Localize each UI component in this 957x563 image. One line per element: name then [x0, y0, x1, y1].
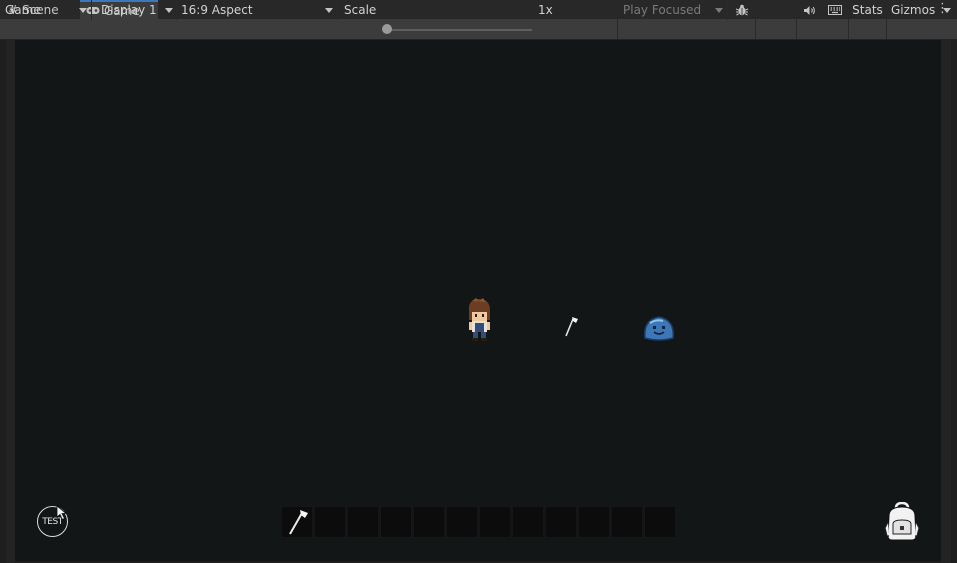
- play-mode-dropdown[interactable]: Play Focused: [618, 0, 728, 20]
- hotbar-slot[interactable]: [380, 506, 412, 538]
- audio-mute-icon[interactable]: [797, 0, 821, 20]
- hotbar-slot[interactable]: [644, 506, 676, 538]
- keyboard-icon[interactable]: [823, 0, 847, 20]
- hotbar: [281, 506, 676, 538]
- play-mode-value: Play Focused: [623, 3, 702, 17]
- scale-slider-handle[interactable]: [382, 24, 392, 34]
- player-character-sprite: [468, 298, 490, 341]
- mouse-cursor-icon: [56, 505, 68, 521]
- aspect-value: 16:9 Aspect: [181, 3, 253, 17]
- view-mode-value: Game: [5, 3, 41, 17]
- hotbar-slot[interactable]: [347, 506, 379, 538]
- viewport-left-border: [6, 40, 15, 563]
- view-mode-dropdown[interactable]: Game: [0, 0, 92, 20]
- chevron-down-icon: [943, 8, 951, 13]
- scale-value: 1x: [538, 3, 553, 17]
- gizmos-dropdown[interactable]: Gizmos: [887, 0, 957, 20]
- stats-label: Stats: [852, 3, 883, 17]
- slime-enemy-sprite: [644, 316, 674, 341]
- backpack-icon[interactable]: [884, 502, 920, 542]
- hotbar-slot[interactable]: [512, 506, 544, 538]
- hotbar-slot[interactable]: [446, 506, 478, 538]
- chevron-down-icon: [79, 8, 87, 13]
- bug-icon[interactable]: [731, 0, 753, 20]
- display-dropdown[interactable]: Display 1: [93, 0, 177, 20]
- hotbar-slot[interactable]: [578, 506, 610, 538]
- stats-button[interactable]: Stats: [849, 0, 886, 20]
- chevron-down-icon: [325, 8, 333, 13]
- hotbar-slot[interactable]: [413, 506, 445, 538]
- display-value: Display 1: [101, 3, 157, 17]
- hotbar-slot[interactable]: [545, 506, 577, 538]
- axe-icon: [565, 317, 578, 337]
- hotbar-slot[interactable]: [479, 506, 511, 538]
- hotbar-slot[interactable]: [281, 506, 313, 538]
- scale-slider-track[interactable]: [388, 29, 532, 31]
- chevron-down-icon: [165, 8, 173, 13]
- scale-label: Scale: [344, 3, 377, 17]
- aspect-dropdown[interactable]: 16:9 Aspect: [177, 0, 338, 20]
- viewport-right-border: [941, 40, 951, 563]
- gizmos-label: Gizmos: [891, 3, 936, 17]
- hotbar-slot[interactable]: [611, 506, 643, 538]
- axe-icon: [289, 510, 308, 535]
- chevron-down-icon: [715, 8, 723, 13]
- hotbar-slot[interactable]: [314, 506, 346, 538]
